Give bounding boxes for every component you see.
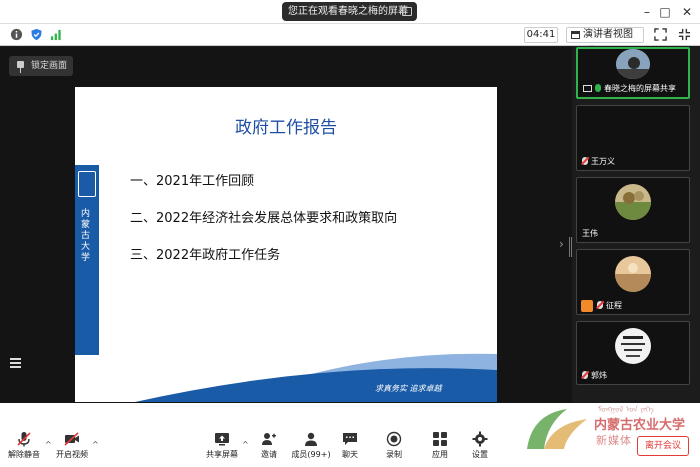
chevron-up-icon[interactable]: ^ xyxy=(242,440,249,449)
menu-icon[interactable] xyxy=(10,358,21,368)
start-video-button[interactable]: 开启视频 xyxy=(53,426,91,467)
maximize-button[interactable]: □ xyxy=(656,3,674,21)
watermark-mongolian-text: ᠮᠣᠩᠭᠣᠯ ᠤᠨ ᠶᠡᠬᠡ xyxy=(598,405,654,414)
lock-view-button[interactable]: 锁定画面 xyxy=(9,56,73,76)
gear-icon xyxy=(472,431,488,447)
invite-button[interactable]: 邀请 xyxy=(253,426,285,467)
signal-icon[interactable] xyxy=(50,28,63,41)
fullscreen-icon[interactable] xyxy=(654,28,667,41)
leave-meeting-button[interactable]: 离开会议 xyxy=(637,436,689,456)
chat-icon xyxy=(343,433,357,445)
meeting-timer: 04:41 xyxy=(524,27,558,43)
add-user-icon xyxy=(262,433,276,445)
participant-label: 征程 xyxy=(597,300,622,311)
slide-footer: 求真务实 追求卓越 xyxy=(375,384,442,393)
share-screen-icon xyxy=(215,433,229,446)
chevron-up-icon[interactable]: ^ xyxy=(45,440,52,449)
participant-tile[interactable]: 王伟 xyxy=(576,177,690,243)
shield-icon[interactable] xyxy=(30,28,43,41)
close-button[interactable]: ✕ xyxy=(678,3,696,21)
view-mode-button[interactable]: 演讲者视图 ▾ xyxy=(566,27,644,54)
record-button[interactable]: 录制 xyxy=(380,426,408,467)
participant-label: 郭炜 xyxy=(582,370,607,381)
apps-button[interactable]: 应用 xyxy=(426,426,454,467)
share-banner[interactable]: 您正在观看春晓之梅的屏幕 xyxy=(282,2,417,21)
university-logo-icon xyxy=(527,409,587,449)
camera-off-icon xyxy=(64,432,79,446)
share-screen-button[interactable]: 共享屏幕 xyxy=(203,426,241,467)
chevron-up-icon[interactable]: ^ xyxy=(92,440,99,449)
chevron-right-icon[interactable]: › xyxy=(559,237,564,251)
mic-icon xyxy=(595,84,601,92)
pin-icon xyxy=(17,61,24,73)
presentation-slide: 内蒙古大学 政府工作报告 一、2021年工作回顾 二、2022年经济社会发展总体… xyxy=(75,87,497,402)
speaker-view-icon xyxy=(571,31,580,39)
person-icon xyxy=(581,300,593,312)
minimize-button[interactable]: – xyxy=(638,3,656,21)
participant-tile[interactable]: 征程 xyxy=(576,249,690,315)
participant-tile[interactable]: 春晓之梅的屏幕共享 xyxy=(576,47,690,99)
unmute-button[interactable]: 解除静音 xyxy=(4,426,44,467)
avatar xyxy=(615,184,651,220)
mic-muted-icon xyxy=(582,371,588,379)
members-icon xyxy=(305,432,317,446)
info-bar: 04:41 演讲者视图 ▾ xyxy=(0,24,700,54)
participant-label: 王万义 xyxy=(582,156,615,167)
record-icon xyxy=(386,431,402,447)
info-icon[interactable] xyxy=(10,28,23,41)
slide-item: 三、2022年政府工作任务 xyxy=(130,248,281,263)
watermark-media-text: 新媒体 xyxy=(596,434,632,447)
shared-screen-area[interactable]: 锁定画面 内蒙古大学 政府工作报告 一、2021年工作回顾 二、2022年经济社… xyxy=(0,47,572,403)
slide-title: 政府工作报告 xyxy=(235,118,337,138)
collapse-icon[interactable] xyxy=(678,28,691,41)
avatar xyxy=(616,49,650,79)
slide-item: 二、2022年经济社会发展总体要求和政策取向 xyxy=(130,211,398,226)
share-banner-text: 您正在观看春晓之梅的屏幕 xyxy=(288,6,408,17)
mic-muted-icon xyxy=(597,301,603,309)
settings-button[interactable]: 设置 xyxy=(466,426,494,467)
screen-icon xyxy=(402,7,412,16)
apps-grid-icon xyxy=(433,432,447,446)
lock-view-label: 锁定画面 xyxy=(31,61,68,71)
view-mode-label: 演讲者视图 xyxy=(583,29,633,40)
title-bar: 您正在观看春晓之梅的屏幕 – □ ✕ xyxy=(0,0,700,24)
slide-item: 一、2021年工作回顾 xyxy=(130,174,255,189)
chat-button[interactable]: 聊天 xyxy=(336,426,364,467)
avatar xyxy=(615,256,651,292)
mic-muted-icon xyxy=(582,157,588,165)
avatar xyxy=(615,328,651,364)
mic-muted-icon xyxy=(17,432,31,447)
screen-share-icon xyxy=(583,85,592,92)
participant-tile[interactable]: 郭炜 xyxy=(576,321,690,385)
slide-side-text: 内蒙古大学 xyxy=(81,209,91,263)
university-seal-icon xyxy=(78,171,96,197)
participant-label: 春晓之梅的屏幕共享 xyxy=(583,83,676,94)
watermark-university-name: 内蒙古农业大学 xyxy=(594,418,686,433)
participants-panel: 春晓之梅的屏幕共享 王万义 王伟 征程 郭炜 xyxy=(572,47,700,403)
members-button[interactable]: 成员(99+) xyxy=(290,426,332,467)
participant-tile[interactable]: 王万义 xyxy=(576,105,690,171)
participant-label: 王伟 xyxy=(582,229,598,238)
meeting-window: 您正在观看春晓之梅的屏幕 – □ ✕ 04:41 演讲者视图 ▾ xyxy=(0,0,700,467)
